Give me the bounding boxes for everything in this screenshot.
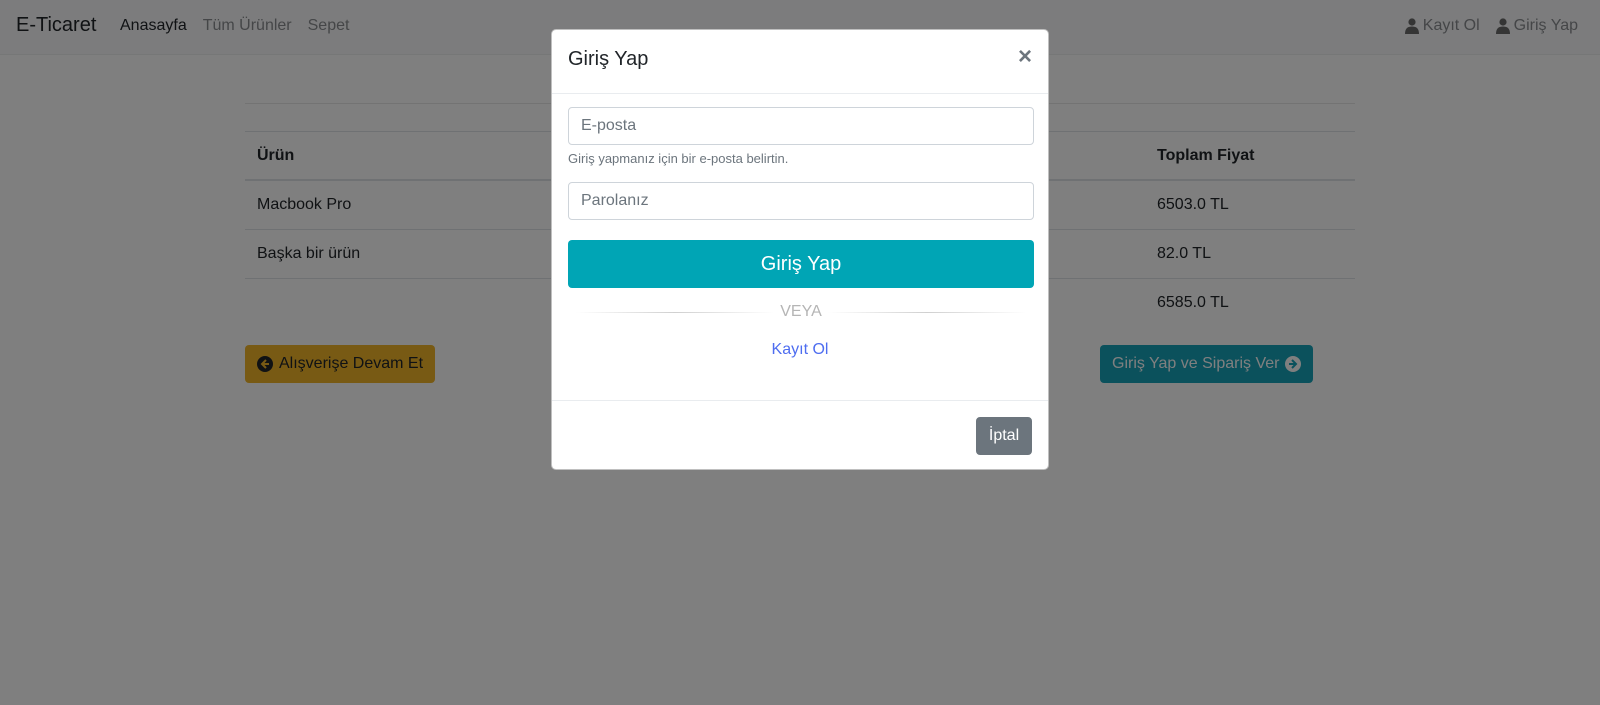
modal-footer-divider xyxy=(552,400,1048,401)
modal-header: Giriş Yap × xyxy=(552,30,1048,94)
email-input[interactable] xyxy=(568,107,1034,145)
or-divider: VEYA xyxy=(568,302,1034,322)
divider-line-right xyxy=(828,312,1026,313)
modal-title: Giriş Yap xyxy=(568,48,649,70)
register-link[interactable]: Kayıt Ol xyxy=(552,341,1048,359)
login-button[interactable]: Giriş Yap xyxy=(568,240,1034,288)
password-input[interactable] xyxy=(568,182,1034,220)
login-modal: Giriş Yap × Giriş yapmanız için bir e-po… xyxy=(551,29,1049,470)
close-icon[interactable]: × xyxy=(1018,44,1032,70)
email-help-text: Giriş yapmanız için bir e-posta belirtin… xyxy=(568,151,789,166)
cancel-button[interactable]: İptal xyxy=(976,417,1032,455)
